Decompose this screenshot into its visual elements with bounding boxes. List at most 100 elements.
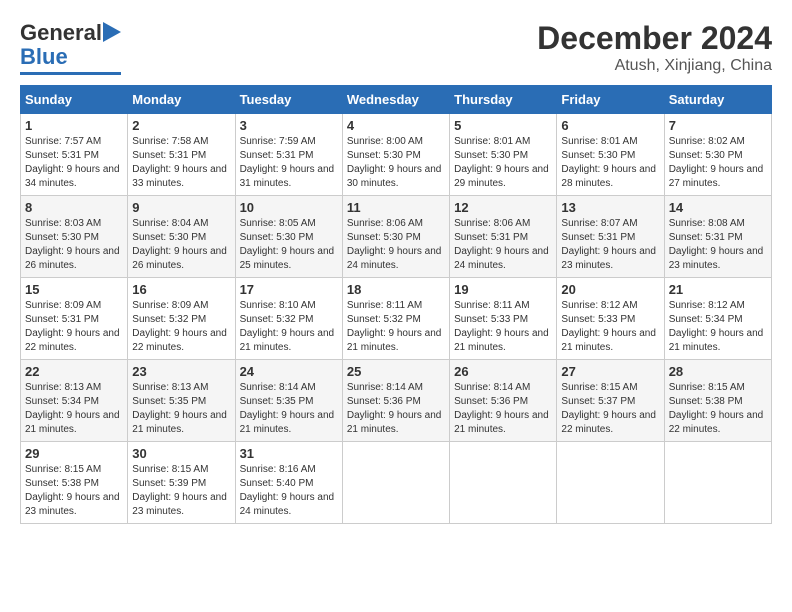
day-number: 12 <box>454 200 552 215</box>
day-info: Sunrise: 8:10 AMSunset: 5:32 PMDaylight:… <box>240 299 338 355</box>
day-number: 20 <box>561 282 659 297</box>
day-info: Sunrise: 8:06 AMSunset: 5:30 PMDaylight:… <box>347 217 445 273</box>
calendar-row: 15 Sunrise: 8:09 AMSunset: 5:31 PMDayligh… <box>21 278 772 360</box>
day-info: Sunrise: 8:05 AMSunset: 5:30 PMDaylight:… <box>240 217 338 273</box>
logo-arrow-icon <box>103 22 121 42</box>
day-of-week-header: Monday <box>128 86 235 114</box>
calendar-cell: 28Sunrise: 8:15 AMSunset: 5:38 PMDayligh… <box>664 360 771 442</box>
day-number: 31 <box>240 446 338 461</box>
calendar-row: 29 Sunrise: 8:15 AMSunset: 5:38 PMDayligh… <box>21 442 772 524</box>
day-number: 2 <box>132 118 230 133</box>
day-info: Sunrise: 8:09 AMSunset: 5:32 PMDaylight:… <box>132 299 230 355</box>
day-info: Sunrise: 8:07 AMSunset: 5:31 PMDaylight:… <box>561 217 659 273</box>
day-number: 14 <box>669 200 767 215</box>
calendar-cell: 17 Sunrise: 8:10 AMSunset: 5:32 PMDayligh… <box>235 278 342 360</box>
day-info: Sunrise: 7:59 AMSunset: 5:31 PMDaylight:… <box>240 135 338 191</box>
day-of-week-header: Friday <box>557 86 664 114</box>
day-of-week-header: Tuesday <box>235 86 342 114</box>
calendar-cell: 1Sunrise: 7:57 AMSunset: 5:31 PMDaylight… <box>21 114 128 196</box>
day-info: Sunrise: 8:14 AMSunset: 5:36 PMDaylight:… <box>347 381 445 437</box>
logo-underline <box>20 72 121 75</box>
calendar-cell: 18 Sunrise: 8:11 AMSunset: 5:32 PMDayligh… <box>342 278 449 360</box>
day-number: 8 <box>25 200 123 215</box>
calendar-row: 1Sunrise: 7:57 AMSunset: 5:31 PMDaylight… <box>21 114 772 196</box>
day-number: 5 <box>454 118 552 133</box>
day-of-week-header: Saturday <box>664 86 771 114</box>
day-info: Sunrise: 8:14 AMSunset: 5:35 PMDaylight:… <box>240 381 338 437</box>
day-info: Sunrise: 8:01 AMSunset: 5:30 PMDaylight:… <box>454 135 552 191</box>
day-info: Sunrise: 8:13 AMSunset: 5:35 PMDaylight:… <box>132 381 230 437</box>
day-info: Sunrise: 8:15 AMSunset: 5:38 PMDaylight:… <box>25 463 123 519</box>
day-of-week-header: Thursday <box>450 86 557 114</box>
calendar-cell: 5 Sunrise: 8:01 AMSunset: 5:30 PMDaylight… <box>450 114 557 196</box>
calendar-cell: 26 Sunrise: 8:14 AMSunset: 5:36 PMDayligh… <box>450 360 557 442</box>
day-number: 11 <box>347 200 445 215</box>
day-of-week-header: Sunday <box>21 86 128 114</box>
day-number: 24 <box>240 364 338 379</box>
day-info: Sunrise: 8:04 AMSunset: 5:30 PMDaylight:… <box>132 217 230 273</box>
calendar-cell <box>557 442 664 524</box>
calendar-cell: 4Sunrise: 8:00 AMSunset: 5:30 PMDaylight… <box>342 114 449 196</box>
day-number: 18 <box>347 282 445 297</box>
day-info: Sunrise: 8:15 AMSunset: 5:39 PMDaylight:… <box>132 463 230 519</box>
calendar-cell: 14 Sunrise: 8:08 AMSunset: 5:31 PMDayligh… <box>664 196 771 278</box>
logo: General Blue <box>20 20 121 75</box>
day-number: 10 <box>240 200 338 215</box>
day-number: 25 <box>347 364 445 379</box>
day-number: 21 <box>669 282 767 297</box>
day-info: Sunrise: 8:08 AMSunset: 5:31 PMDaylight:… <box>669 217 767 273</box>
day-number: 29 <box>25 446 123 461</box>
day-info: Sunrise: 8:12 AMSunset: 5:33 PMDaylight:… <box>561 299 659 355</box>
calendar-cell <box>450 442 557 524</box>
day-info: Sunrise: 8:02 AMSunset: 5:30 PMDaylight:… <box>669 135 767 191</box>
calendar-header-row: SundayMondayTuesdayWednesdayThursdayFrid… <box>21 86 772 114</box>
day-number: 13 <box>561 200 659 215</box>
calendar-cell: 31 Sunrise: 8:16 AMSunset: 5:40 PMDayligh… <box>235 442 342 524</box>
calendar-cell: 16 Sunrise: 8:09 AMSunset: 5:32 PMDayligh… <box>128 278 235 360</box>
calendar-cell <box>342 442 449 524</box>
calendar-cell: 19Sunrise: 8:11 AMSunset: 5:33 PMDayligh… <box>450 278 557 360</box>
day-info: Sunrise: 7:57 AMSunset: 5:31 PMDaylight:… <box>25 135 123 191</box>
day-number: 23 <box>132 364 230 379</box>
calendar-row: 22Sunrise: 8:13 AMSunset: 5:34 PMDayligh… <box>21 360 772 442</box>
day-info: Sunrise: 8:16 AMSunset: 5:40 PMDaylight:… <box>240 463 338 519</box>
day-info: Sunrise: 8:15 AMSunset: 5:37 PMDaylight:… <box>561 381 659 437</box>
day-info: Sunrise: 8:11 AMSunset: 5:33 PMDaylight:… <box>454 299 552 355</box>
calendar-row: 8 Sunrise: 8:03 AMSunset: 5:30 PMDaylight… <box>21 196 772 278</box>
day-number: 26 <box>454 364 552 379</box>
calendar-cell: 13 Sunrise: 8:07 AMSunset: 5:31 PMDayligh… <box>557 196 664 278</box>
calendar-cell: 10 Sunrise: 8:05 AMSunset: 5:30 PMDayligh… <box>235 196 342 278</box>
calendar-cell: 9 Sunrise: 8:04 AMSunset: 5:30 PMDaylight… <box>128 196 235 278</box>
day-info: Sunrise: 8:12 AMSunset: 5:34 PMDaylight:… <box>669 299 767 355</box>
calendar-cell: 2Sunrise: 7:58 AMSunset: 5:31 PMDaylight… <box>128 114 235 196</box>
day-number: 16 <box>132 282 230 297</box>
calendar-cell: 7 Sunrise: 8:02 AMSunset: 5:30 PMDaylight… <box>664 114 771 196</box>
day-info: Sunrise: 8:14 AMSunset: 5:36 PMDaylight:… <box>454 381 552 437</box>
day-info: Sunrise: 8:03 AMSunset: 5:30 PMDaylight:… <box>25 217 123 273</box>
day-number: 27 <box>561 364 659 379</box>
calendar-title: December 2024 <box>537 20 772 57</box>
day-number: 7 <box>669 118 767 133</box>
calendar-cell: 30 Sunrise: 8:15 AMSunset: 5:39 PMDayligh… <box>128 442 235 524</box>
day-number: 9 <box>132 200 230 215</box>
day-info: Sunrise: 8:13 AMSunset: 5:34 PMDaylight:… <box>25 381 123 437</box>
calendar-cell: 22Sunrise: 8:13 AMSunset: 5:34 PMDayligh… <box>21 360 128 442</box>
day-info: Sunrise: 8:11 AMSunset: 5:32 PMDaylight:… <box>347 299 445 355</box>
calendar-cell: 21 Sunrise: 8:12 AMSunset: 5:34 PMDayligh… <box>664 278 771 360</box>
calendar-cell: 12Sunrise: 8:06 AMSunset: 5:31 PMDayligh… <box>450 196 557 278</box>
calendar-cell <box>664 442 771 524</box>
day-info: Sunrise: 8:09 AMSunset: 5:31 PMDaylight:… <box>25 299 123 355</box>
calendar-cell: 20 Sunrise: 8:12 AMSunset: 5:33 PMDayligh… <box>557 278 664 360</box>
day-number: 4 <box>347 118 445 133</box>
day-info: Sunrise: 8:01 AMSunset: 5:30 PMDaylight:… <box>561 135 659 191</box>
day-number: 28 <box>669 364 767 379</box>
calendar-cell: 27 Sunrise: 8:15 AMSunset: 5:37 PMDayligh… <box>557 360 664 442</box>
day-number: 15 <box>25 282 123 297</box>
calendar-cell: 3Sunrise: 7:59 AMSunset: 5:31 PMDaylight… <box>235 114 342 196</box>
day-number: 17 <box>240 282 338 297</box>
day-of-week-header: Wednesday <box>342 86 449 114</box>
logo-general: General <box>20 20 102 46</box>
title-block: December 2024 Atush, Xinjiang, China <box>537 20 772 75</box>
calendar-cell: 24 Sunrise: 8:14 AMSunset: 5:35 PMDayligh… <box>235 360 342 442</box>
day-number: 30 <box>132 446 230 461</box>
